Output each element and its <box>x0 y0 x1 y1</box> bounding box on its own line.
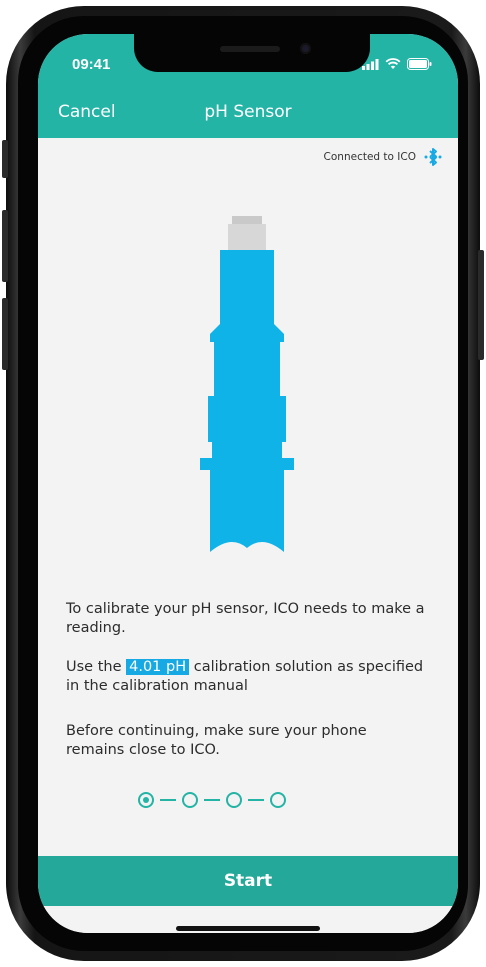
start-button[interactable]: Start <box>38 856 458 906</box>
front-camera <box>300 43 311 54</box>
solution-highlight: 4.01 pH <box>126 659 190 675</box>
home-indicator[interactable] <box>176 926 320 931</box>
instruction-text-1: To calibrate your pH sensor, ICO needs t… <box>66 601 425 636</box>
header-bar: 09:41 pH Sensor Cancel <box>38 34 458 138</box>
side-button-volume-up <box>2 210 8 282</box>
step-connector <box>160 799 176 801</box>
status-icons <box>362 58 432 70</box>
screen: 09:41 pH Sensor Cancel Connected to ICO … <box>38 34 458 933</box>
side-button-power <box>478 250 484 360</box>
step-1-dot <box>138 792 154 808</box>
side-button-mute <box>2 140 8 178</box>
instruction-text-2: Use the 4.01 pH calibration solution as … <box>66 658 426 696</box>
step-2-dot <box>182 792 198 808</box>
status-time: 09:41 <box>72 56 111 73</box>
step-3-dot <box>226 792 242 808</box>
speaker-grille <box>220 46 280 52</box>
connection-label: Connected to ICO <box>323 151 416 163</box>
ph-sensor-illustration <box>200 216 294 552</box>
battery-icon <box>407 58 432 70</box>
signal-icon <box>362 58 379 70</box>
cancel-button[interactable]: Cancel <box>58 102 116 122</box>
step-4-dot <box>270 792 286 808</box>
bluetooth-icon <box>424 148 442 166</box>
step-connector <box>248 799 264 801</box>
instruction-text-3: Before continuing, make sure your phone … <box>66 723 367 758</box>
instruction-text-2-prefix: Use the <box>66 659 127 675</box>
wifi-icon <box>385 58 401 69</box>
step-connector <box>204 799 220 801</box>
side-button-volume-down <box>2 298 8 370</box>
connection-status: Connected to ICO <box>324 146 444 168</box>
step-indicator <box>138 792 286 808</box>
notch <box>134 34 370 72</box>
